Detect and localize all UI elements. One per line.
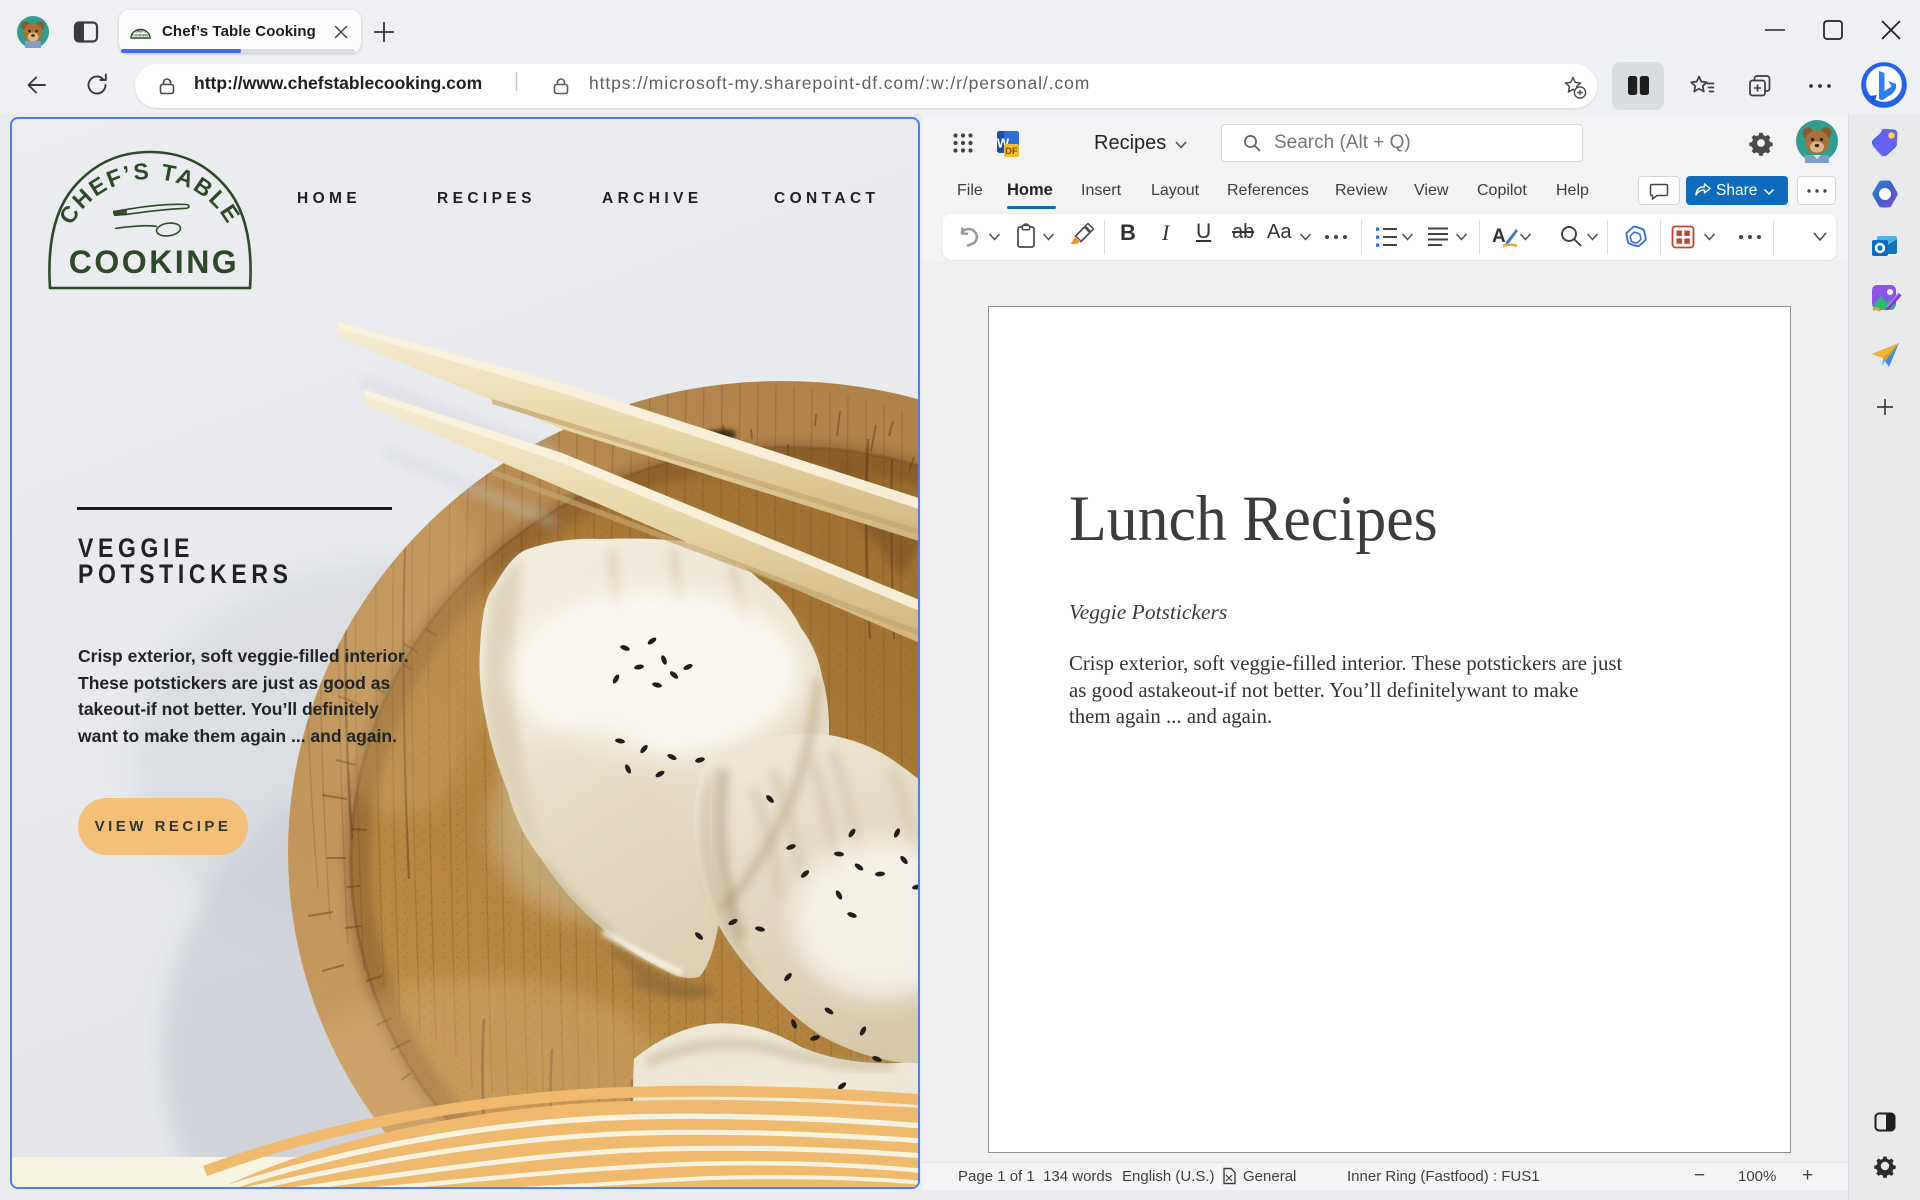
svg-text:COOKING: COOKING: [132, 34, 149, 38]
svg-text:COOKING: COOKING: [69, 244, 239, 280]
svg-text:DF: DF: [1005, 146, 1018, 157]
svg-text:A: A: [1492, 226, 1506, 247]
svg-text:CHEF’S TABLE: CHEF’S TABLE: [54, 158, 247, 229]
